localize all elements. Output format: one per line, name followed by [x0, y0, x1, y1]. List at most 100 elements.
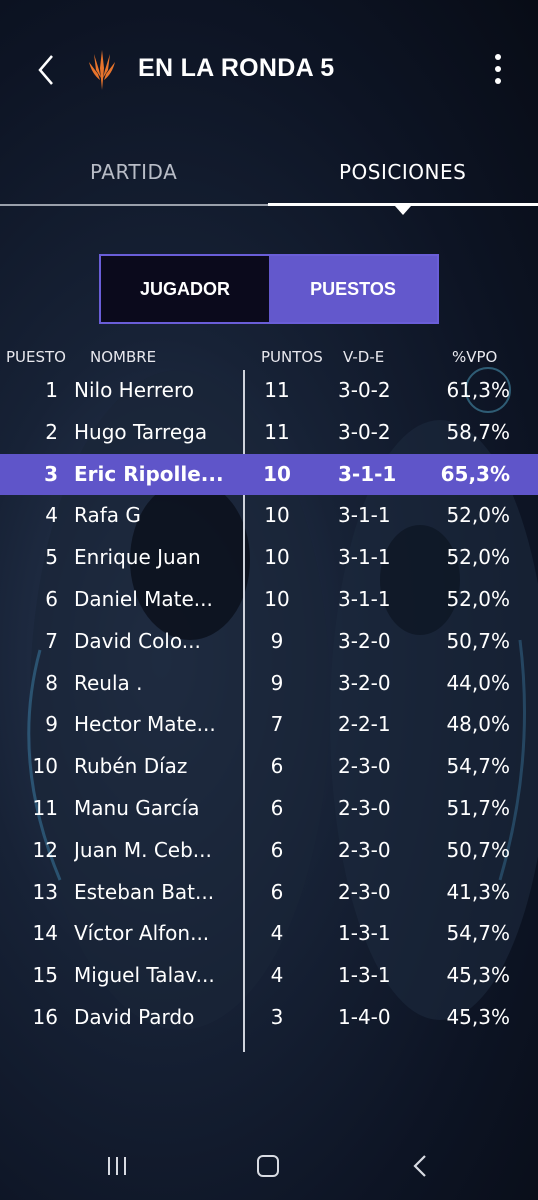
- table-row[interactable]: 7 David Colo... 9 3-2-0 50,7%: [0, 621, 538, 663]
- vpo-cell: 45,3%: [446, 1004, 510, 1029]
- points-cell: 10: [263, 461, 291, 486]
- rank-cell: 11: [32, 795, 58, 820]
- rank-cell: 9: [45, 712, 58, 737]
- standings-header: PUESTO NOMBRE PUNTOS V-D-E %VPO: [0, 348, 538, 370]
- player-name-cell: Víctor Alfon...: [74, 921, 210, 946]
- table-row[interactable]: 12 Juan M. Ceb... 6 2-3-0 50,7%: [0, 830, 538, 872]
- record-cell: 2-3-0: [338, 837, 391, 862]
- toggle-jugador-button[interactable]: JUGADOR: [101, 256, 269, 322]
- points-cell: 6: [270, 754, 284, 779]
- record-cell: 3-1-1: [338, 503, 391, 528]
- view-toggle: JUGADOR PUESTOS: [99, 254, 439, 324]
- points-cell: 10: [264, 503, 290, 528]
- points-cell: 10: [264, 545, 290, 570]
- table-row[interactable]: 9 Hector Mate... 7 2-2-1 48,0%: [0, 704, 538, 746]
- toggle-puestos-button[interactable]: PUESTOS: [269, 256, 437, 322]
- home-icon[interactable]: [257, 1155, 279, 1177]
- record-cell: 2-3-0: [338, 795, 391, 820]
- vpo-cell: 50,7%: [446, 628, 510, 653]
- standings-list: 1 Nilo Herrero 11 3-0-2 61,3% 2 Hugo Tarrega 11…: [0, 370, 538, 1039]
- rank-cell: 6: [45, 586, 58, 611]
- vpo-cell: 58,7%: [446, 419, 510, 444]
- player-name-cell: Esteban Bat...: [74, 879, 215, 904]
- player-name-cell: David Colo...: [74, 628, 201, 653]
- record-cell: 1-3-1: [338, 963, 391, 988]
- player-name-cell: Rubén Díaz: [74, 754, 188, 779]
- system-back-icon[interactable]: [410, 1153, 430, 1179]
- vpo-cell: 48,0%: [446, 712, 510, 737]
- player-name-cell: Hugo Tarrega: [74, 419, 208, 444]
- player-name-cell: Daniel Mate...: [74, 586, 213, 611]
- rank-cell: 1: [45, 378, 58, 402]
- table-row[interactable]: 4 Rafa G 10 3-1-1 52,0%: [0, 495, 538, 537]
- table-row[interactable]: 6 Daniel Mate... 10 3-1-1 52,0%: [0, 579, 538, 621]
- rank-cell: 12: [32, 837, 58, 862]
- column-header-vpo: %VPO: [452, 348, 498, 366]
- table-row[interactable]: 8 Reula . 9 3-2-0 44,0%: [0, 663, 538, 705]
- table-row[interactable]: 10 Rubén Díaz 6 2-3-0 54,7%: [0, 746, 538, 788]
- record-cell: 3-2-0: [338, 628, 391, 653]
- player-name-cell: Eric Ripolle...: [74, 461, 224, 486]
- table-row[interactable]: 13 Esteban Bat... 6 2-3-0 41,3%: [0, 872, 538, 914]
- record-cell: 3-0-2: [338, 378, 391, 402]
- vpo-cell: 52,0%: [446, 545, 510, 570]
- vpo-cell: 52,0%: [446, 503, 510, 528]
- table-row[interactable]: 11 Manu García 6 2-3-0 51,7%: [0, 788, 538, 830]
- page-title: EN LA RONDA 5: [138, 54, 335, 82]
- table-row[interactable]: 2 Hugo Tarrega 11 3-0-2 58,7%: [0, 412, 538, 454]
- record-cell: 3-1-1: [338, 461, 397, 486]
- vpo-cell: 45,3%: [446, 963, 510, 988]
- record-cell: 1-3-1: [338, 921, 391, 946]
- record-cell: 3-2-0: [338, 670, 391, 695]
- rank-cell: 4: [45, 503, 58, 528]
- rank-cell: 3: [44, 461, 58, 486]
- table-row[interactable]: 15 Miguel Talav... 4 1-3-1 45,3%: [0, 955, 538, 997]
- tab-partida[interactable]: PARTIDA: [90, 160, 177, 184]
- tab-posiciones[interactable]: POSICIONES: [339, 160, 466, 184]
- planeswalker-logo-icon: [89, 50, 115, 90]
- points-cell: 3: [270, 1004, 284, 1029]
- points-cell: 7: [270, 712, 284, 737]
- rank-cell: 5: [45, 545, 58, 570]
- vpo-cell: 61,3%: [446, 378, 510, 402]
- points-cell: 6: [270, 795, 284, 820]
- rank-cell: 8: [45, 670, 58, 695]
- rank-cell: 10: [32, 754, 58, 779]
- player-name-cell: Manu García: [74, 795, 200, 820]
- more-options-icon[interactable]: [488, 54, 508, 88]
- column-header-puesto: PUESTO: [6, 348, 66, 366]
- column-header-puntos: PUNTOS: [261, 348, 323, 366]
- system-navigation-bar: [0, 1125, 538, 1200]
- tab-bar: PARTIDA POSICIONES: [0, 150, 538, 208]
- record-cell: 1-4-0: [338, 1004, 391, 1029]
- rank-cell: 16: [32, 1004, 58, 1029]
- caret-down-icon: [395, 206, 411, 215]
- rank-cell: 2: [45, 419, 58, 444]
- back-arrow-icon[interactable]: [32, 52, 62, 88]
- table-row[interactable]: 16 David Pardo 3 1-4-0 45,3%: [0, 997, 538, 1039]
- player-name-cell: Hector Mate...: [74, 712, 216, 737]
- table-row[interactable]: 5 Enrique Juan 10 3-1-1 52,0%: [0, 537, 538, 579]
- vpo-cell: 50,7%: [446, 837, 510, 862]
- points-cell: 10: [264, 586, 290, 611]
- record-cell: 2-2-1: [338, 712, 391, 737]
- record-cell: 2-3-0: [338, 879, 391, 904]
- rank-cell: 7: [45, 628, 58, 653]
- table-row[interactable]: 14 Víctor Alfon... 4 1-3-1 54,7%: [0, 913, 538, 955]
- points-cell: 6: [270, 837, 284, 862]
- vpo-cell: 54,7%: [446, 921, 510, 946]
- rank-cell: 15: [32, 963, 58, 988]
- recent-apps-icon[interactable]: [108, 1157, 132, 1179]
- record-cell: 3-1-1: [338, 586, 391, 611]
- table-row[interactable]: 1 Nilo Herrero 11 3-0-2 61,3%: [0, 370, 538, 412]
- vpo-cell: 41,3%: [446, 879, 510, 904]
- column-header-nombre: NOMBRE: [90, 348, 157, 366]
- player-name-cell: Reula .: [74, 670, 143, 695]
- player-name-cell: David Pardo: [74, 1004, 195, 1029]
- record-cell: 3-0-2: [338, 419, 391, 444]
- points-cell: 11: [264, 419, 290, 444]
- vpo-cell: 44,0%: [446, 670, 510, 695]
- player-name-cell: Enrique Juan: [74, 545, 201, 570]
- vpo-cell: 65,3%: [440, 461, 510, 486]
- table-row-highlighted[interactable]: 3 Eric Ripolle... 10 3-1-1 65,3%: [0, 453, 538, 496]
